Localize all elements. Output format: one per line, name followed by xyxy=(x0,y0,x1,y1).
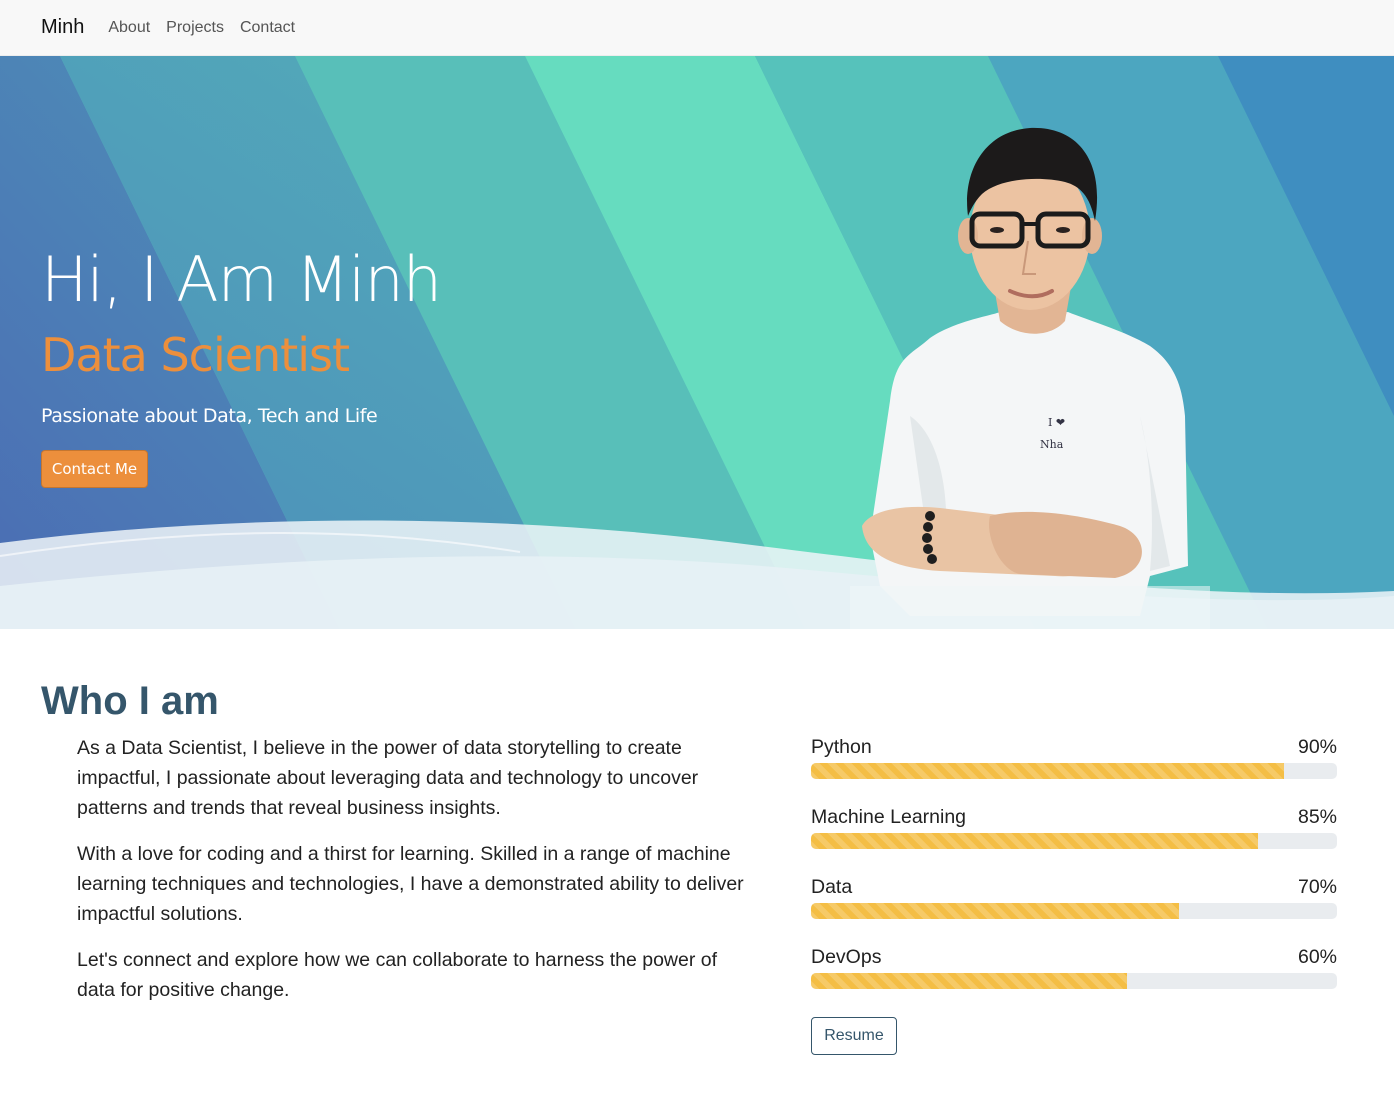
skill-progress-bar xyxy=(811,763,1285,779)
svg-text:I ❤: I ❤ xyxy=(1048,416,1065,429)
skill-progress-track xyxy=(811,763,1337,779)
skill-devops: DevOps 60% xyxy=(811,943,1337,1013)
resume-button[interactable]: Resume xyxy=(811,1017,897,1055)
skill-percent: 90% xyxy=(1297,736,1337,758)
skill-name: DevOps xyxy=(811,946,882,968)
skill-progress-bar xyxy=(811,903,1180,919)
skill-progress-bar xyxy=(811,833,1259,849)
skill-data: Data 70% xyxy=(811,873,1337,943)
skill-percent: 70% xyxy=(1297,876,1337,898)
skill-name: Python xyxy=(811,736,872,758)
hero-section: Hi, I Am Minh Data Scientist Passionate … xyxy=(0,56,1394,629)
hero-subtitle: Data Scientist xyxy=(41,328,350,382)
about-paragraph: With a love for coding and a thirst for … xyxy=(77,843,744,925)
skill-progress-bar xyxy=(811,973,1127,989)
profile-photo: I ❤ Nha xyxy=(850,127,1210,629)
skill-progress-track xyxy=(811,903,1337,919)
contact-me-button[interactable]: Contact Me xyxy=(41,450,148,488)
skill-name: Data xyxy=(811,876,853,898)
skills-list: Python 90% Machine Learning 85% Data 70%… xyxy=(811,733,1337,1013)
section-title-who-i-am: Who I am xyxy=(41,679,219,723)
about-text: As a Data Scientist, I believe in the po… xyxy=(77,733,757,1021)
hero-tagline: Passionate about Data, Tech and Life xyxy=(41,405,378,427)
nav-link-projects[interactable]: Projects xyxy=(166,19,224,37)
top-navbar: Minh About Projects Contact xyxy=(0,0,1394,56)
skill-python: Python 90% xyxy=(811,733,1337,803)
hero-title: Hi, I Am Minh xyxy=(41,243,442,316)
skill-progress-track xyxy=(811,833,1337,849)
skill-progress-track xyxy=(811,973,1337,989)
nav-link-contact[interactable]: Contact xyxy=(240,19,295,37)
skill-name: Machine Learning xyxy=(811,806,967,828)
about-paragraph: Let's connect and explore how we can col… xyxy=(77,949,718,1001)
brand-link[interactable]: Minh xyxy=(41,16,84,39)
skill-percent: 85% xyxy=(1297,806,1337,828)
about-paragraph: As a Data Scientist, I believe in the po… xyxy=(77,737,699,819)
svg-text:Nha: Nha xyxy=(1040,438,1064,451)
nav-link-about[interactable]: About xyxy=(108,19,150,37)
skill-percent: 60% xyxy=(1297,946,1337,968)
skill-machine-learning: Machine Learning 85% xyxy=(811,803,1337,873)
